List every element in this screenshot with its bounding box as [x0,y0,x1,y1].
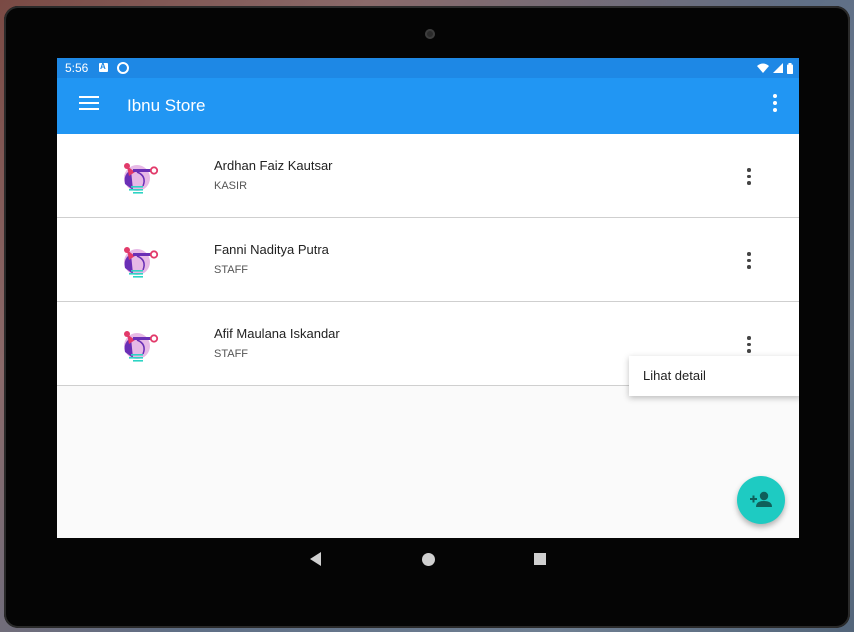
person-add-icon [750,491,772,507]
hamburger-menu-icon[interactable] [79,96,99,114]
wifi-icon [757,63,769,73]
app-screen: 5:56 Ibnu Store [57,58,799,538]
app-title: Ibnu Store [127,96,206,115]
more-vert-icon[interactable] [745,336,753,354]
user-list: Ardhan Faiz Kautsar KASIR Fanni Naditya … [57,134,799,386]
more-vert-icon[interactable] [771,94,779,114]
user-name: Afif Maulana Iskandar [214,326,340,341]
user-name: Ardhan Faiz Kautsar [214,158,333,173]
menu-item-lihat-detail[interactable]: Lihat detail [643,368,706,383]
front-camera [425,29,435,39]
avatar [124,163,159,194]
sync-circle-icon [117,62,129,74]
user-name: Fanni Naditya Putra [214,242,329,257]
user-role: STAFF [214,348,249,360]
more-vert-icon[interactable] [745,168,753,186]
recent-apps-icon[interactable] [534,553,546,565]
avatar [124,331,159,362]
avatar [124,247,159,278]
signal-icon [773,63,783,73]
more-vert-icon[interactable] [745,252,753,270]
list-item[interactable]: Fanni Naditya Putra STAFF [57,218,799,302]
status-bar: 5:56 [57,58,799,78]
user-role: STAFF [214,264,249,276]
back-icon[interactable] [310,552,321,566]
user-role: KASIR [214,180,248,192]
add-user-button[interactable] [737,476,785,524]
battery-icon [787,62,793,74]
status-icons [757,61,793,75]
home-icon[interactable] [422,553,435,566]
system-nav-bar [0,538,854,582]
popup-menu: Lihat detail [629,356,799,396]
a-notification-icon [99,62,108,72]
app-bar: Ibnu Store [57,78,799,134]
list-item[interactable]: Ardhan Faiz Kautsar KASIR [57,134,799,218]
status-time: 5:56 [65,61,89,75]
